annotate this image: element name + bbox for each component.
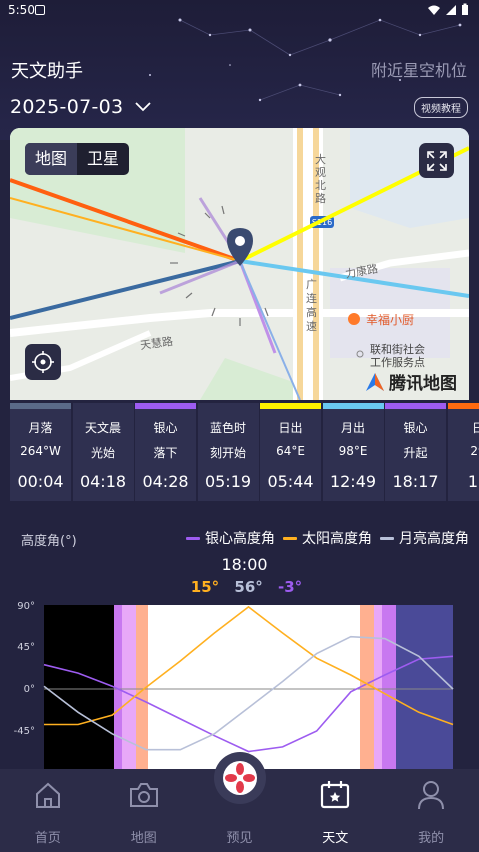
event-color-bar — [385, 403, 446, 409]
event-galactic-core-rise[interactable]: 银心 升起 18:17 — [385, 403, 446, 501]
event-time: 04:18 — [79, 472, 127, 491]
y-tick-label: 45° — [17, 642, 35, 653]
calendar-icon — [321, 781, 350, 809]
wifi-icon — [428, 5, 440, 15]
event-moonrise[interactable]: 月出 98°E 12:49 — [322, 403, 384, 501]
nearby-spots-link[interactable]: 附近星空机位 — [371, 57, 467, 81]
event-name: 银心 — [153, 421, 178, 435]
road-label-guanglian: 广连高速 — [306, 278, 317, 333]
tab-label: 预见 — [226, 831, 253, 846]
map-view[interactable]: S116 大观北路 天慧路 力康路 广连高速 幸福小厨 联和街社会 工作服务点 … — [10, 128, 469, 400]
event-detail: 刻开始 — [209, 446, 246, 460]
event-time: 04:28 — [142, 472, 189, 491]
y-tick-label: -45° — [14, 726, 35, 737]
event-color-bar — [197, 403, 259, 409]
flower-icon — [223, 761, 257, 795]
tab-home[interactable]: 首页 — [0, 769, 96, 852]
event-detail: 升起 — [403, 446, 428, 460]
battery-icon — [462, 3, 468, 15]
map-provider-logo: 腾讯地图 — [364, 369, 457, 394]
tab-map[interactable]: 地图 — [96, 769, 192, 852]
event-color-bar — [322, 403, 384, 409]
event-blue-hour[interactable]: 蓝色时 刻开始 05:19 — [197, 403, 259, 501]
tab-label: 我的 — [418, 831, 445, 846]
map-logo-text: 腾讯地图 — [389, 374, 457, 394]
events-strip[interactable]: 月落 264°W 00:04 天文晨 光始 04:18 银心 落下 04:28 … — [10, 403, 479, 501]
chart-bands — [44, 605, 453, 770]
event-color-bar — [447, 403, 479, 409]
event-color-bar — [260, 403, 321, 409]
chevron-down-icon — [135, 102, 152, 112]
signal-icon — [446, 4, 456, 15]
event-name: 月出 — [340, 421, 365, 435]
date-text: 2025-07-03 — [10, 96, 124, 118]
status-indicators — [427, 3, 469, 16]
event-time: 05:44 — [267, 472, 314, 491]
status-bar: 5:50 — [0, 0, 479, 22]
event-detail: 光始 — [90, 446, 115, 460]
altitude-chart[interactable]: 高度角(°) 银心高度角 太阳高度角 月亮高度角 18:00 15° 56° -… — [0, 510, 479, 770]
event-detail: 29 — [470, 444, 479, 458]
camera-icon — [129, 783, 158, 807]
event-color-bar — [135, 403, 196, 409]
home-icon — [35, 782, 60, 808]
notification-icon — [35, 5, 45, 15]
event-time: 05:19 — [204, 472, 252, 491]
event-time: 19 — [467, 472, 479, 491]
tab-label: 天文 — [322, 831, 349, 846]
event-detail: 264°W — [20, 444, 61, 458]
event-sunrise[interactable]: 日出 64°E 05:44 — [260, 403, 321, 501]
event-name: 蓝色时 — [209, 421, 246, 435]
event-time: 12:49 — [329, 472, 377, 491]
event-name: 银心 — [403, 421, 428, 435]
event-sunset[interactable]: 日 29 19 — [447, 403, 479, 501]
event-color-bar — [72, 403, 134, 409]
event-time: 00:04 — [17, 472, 64, 491]
fullscreen-icon — [426, 150, 447, 171]
chart-plot: 90° 45° 0° -45° — [14, 601, 454, 770]
event-color-bar — [10, 403, 71, 409]
poi-label-shop: 幸福小厨 — [366, 313, 415, 327]
app-title: 天文助手 — [11, 61, 83, 82]
road-label-daguan: 大观北路 — [315, 153, 326, 205]
locate-button[interactable] — [25, 344, 61, 380]
fullscreen-button[interactable] — [419, 143, 454, 178]
crosshair-icon — [32, 351, 54, 373]
event-galactic-core-set[interactable]: 银心 落下 04:28 — [135, 403, 196, 501]
map-type-satellite[interactable]: 卫星 — [77, 143, 129, 175]
tab-label: 首页 — [34, 831, 61, 846]
event-name: 月落 — [28, 421, 53, 435]
event-astro-dawn[interactable]: 天文晨 光始 04:18 — [72, 403, 134, 501]
forecast-center-button[interactable] — [214, 752, 266, 804]
event-moonset[interactable]: 月落 264°W 00:04 — [10, 403, 71, 501]
tab-profile[interactable]: 我的 — [383, 769, 479, 852]
map-type-toggle: 地图 卫星 — [25, 143, 130, 175]
event-name: 日 — [471, 421, 479, 435]
y-tick-label: 90° — [17, 601, 35, 612]
event-time: 18:17 — [392, 472, 439, 491]
event-detail: 落下 — [153, 446, 178, 460]
profile-icon — [418, 781, 445, 810]
map-logo-icon — [366, 372, 384, 391]
poi-label-service-2: 工作服务点 — [370, 356, 425, 369]
event-name: 日出 — [278, 421, 303, 435]
video-tutorial-button[interactable]: 视频教程 — [414, 97, 468, 118]
tab-label: 地图 — [130, 831, 157, 846]
map-type-map[interactable]: 地图 — [25, 143, 78, 175]
y-tick-label: 0° — [24, 684, 35, 695]
event-name: 天文晨 — [84, 421, 121, 435]
event-detail: 64°E — [276, 444, 305, 458]
y-axis: 90° 45° 0° -45° — [14, 601, 35, 737]
tab-astronomy[interactable]: 天文 — [287, 769, 383, 852]
event-detail: 98°E — [338, 444, 368, 458]
status-time: 5:50 — [8, 3, 35, 17]
date-picker[interactable]: 2025-07-03 — [10, 96, 152, 118]
